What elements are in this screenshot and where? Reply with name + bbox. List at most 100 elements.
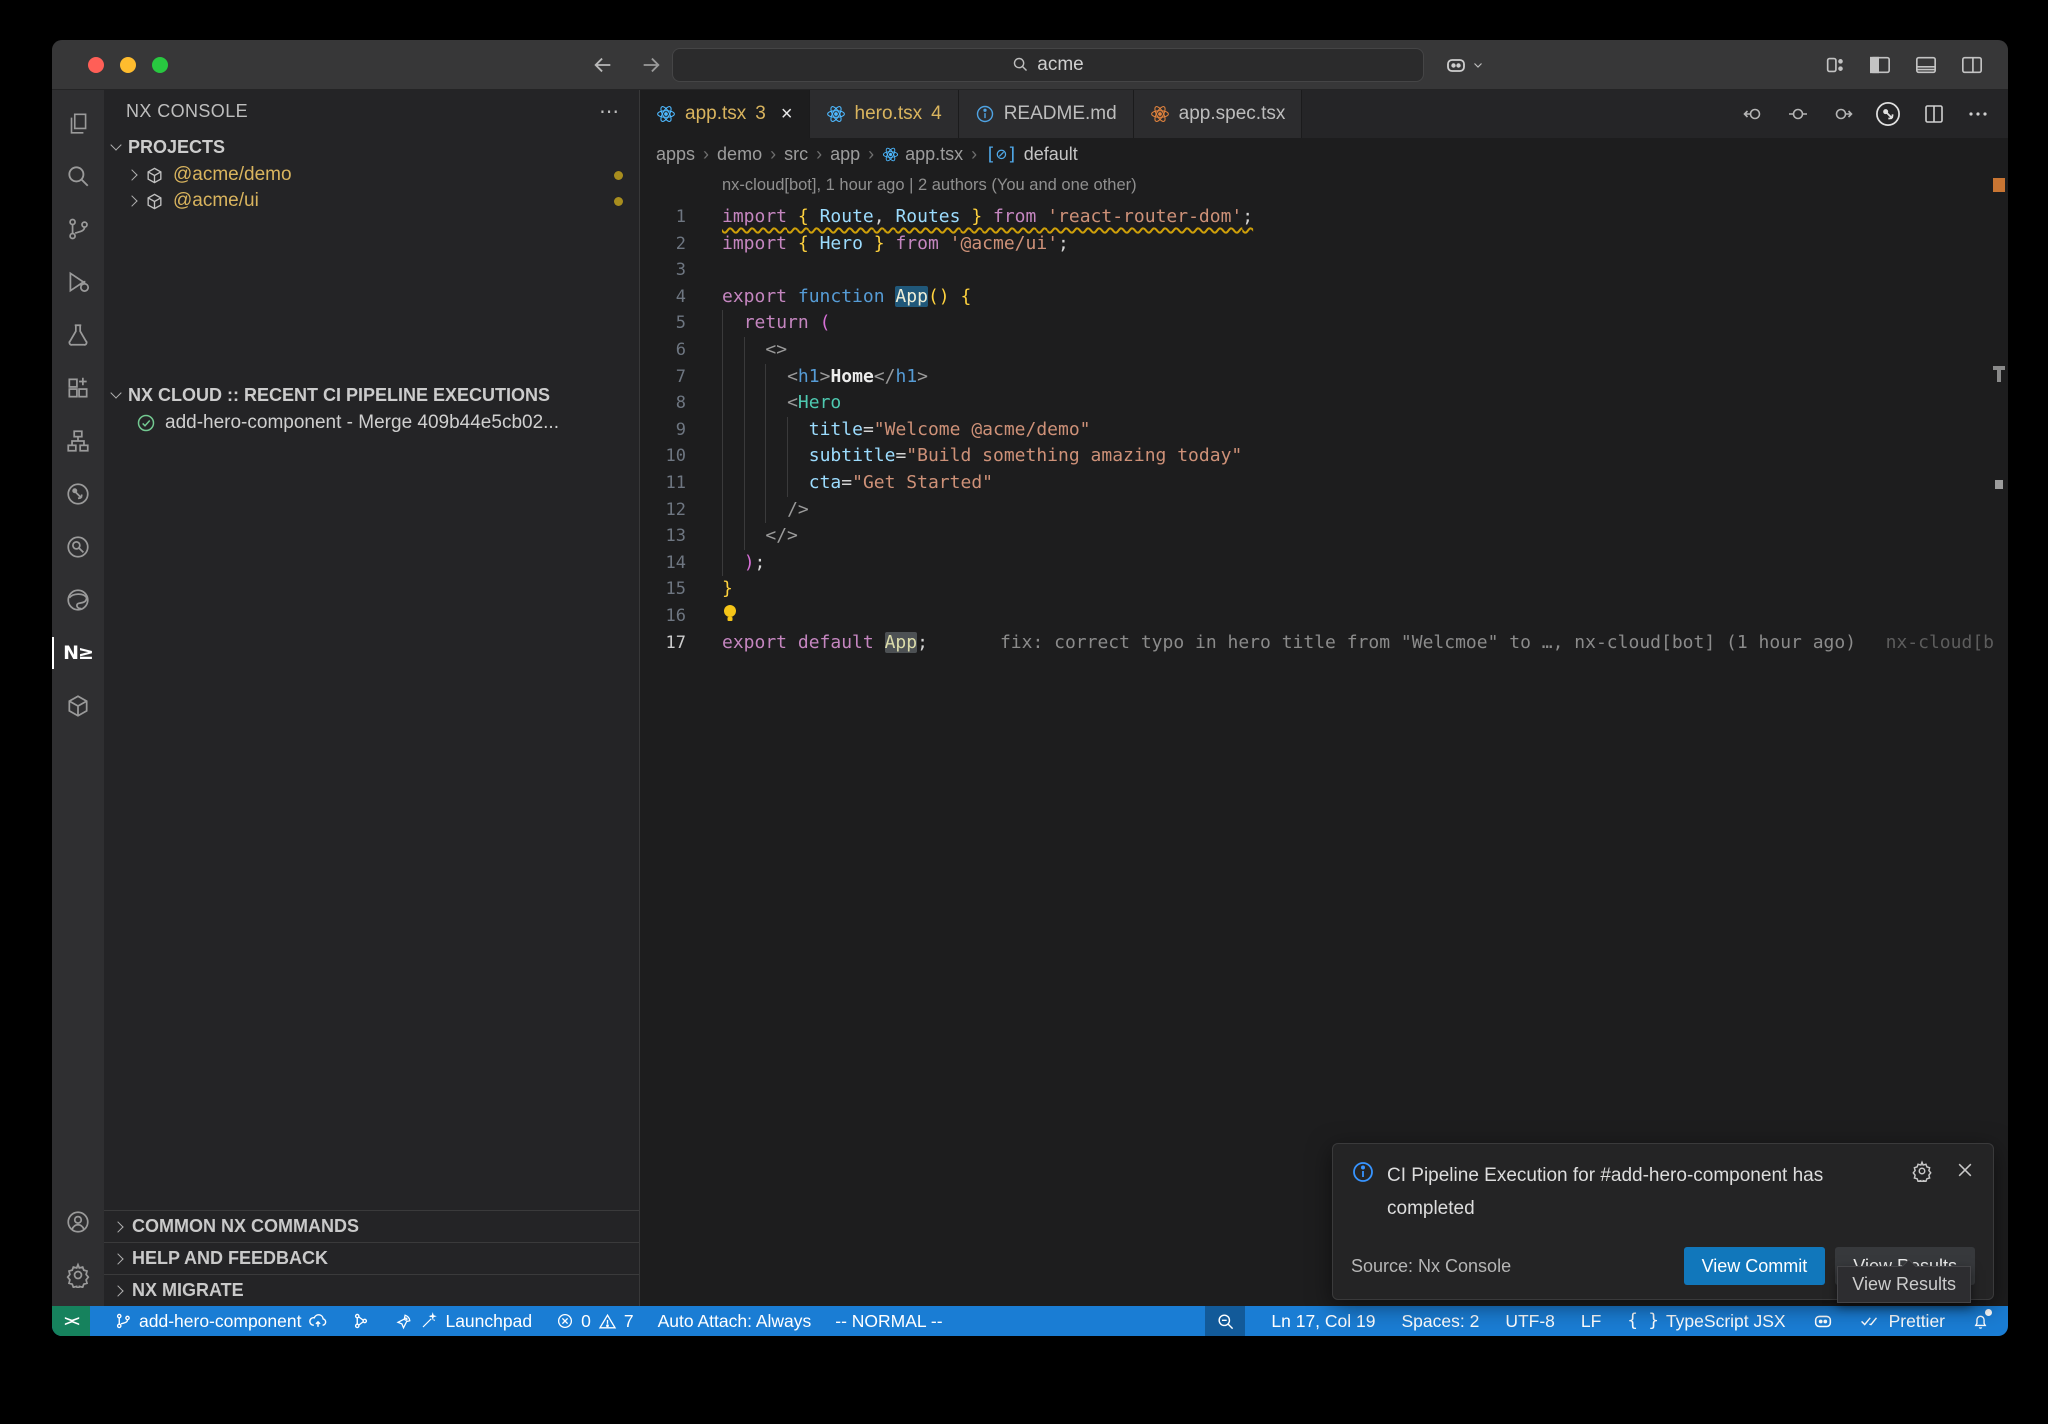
project-item-acme-demo[interactable]: @acme/demo	[104, 162, 639, 188]
edge-tools-icon[interactable]	[56, 581, 100, 619]
info-icon	[975, 104, 995, 124]
code-line[interactable]: 11 cta="Get Started"	[640, 470, 2008, 497]
code-line[interactable]: 6 <>	[640, 337, 2008, 364]
split-editor-icon[interactable]	[1922, 102, 1946, 126]
code-line[interactable]: 1import { Route, Routes } from 'react-ro…	[640, 204, 2008, 231]
toggle-sidebar-icon[interactable]	[1868, 54, 1892, 76]
code-line[interactable]: 8 <Hero	[640, 390, 2008, 417]
chevron-right-icon	[126, 195, 137, 206]
more-actions-icon[interactable]	[1966, 102, 1990, 126]
gear-icon[interactable]	[1911, 1160, 1933, 1225]
code-line[interactable]: 10 subtitle="Build something amazing tod…	[640, 443, 2008, 470]
code-line[interactable]: 15}	[640, 576, 2008, 603]
notification-toast: CI Pipeline Execution for #add-hero-comp…	[1332, 1143, 1994, 1300]
testing-icon[interactable]	[56, 316, 100, 354]
tab-app-spec-tsx[interactable]: app.spec.tsx	[1134, 90, 1303, 138]
change-icon[interactable]	[1786, 102, 1810, 126]
hierarchy-icon[interactable]	[56, 422, 100, 460]
toggle-secondary-sidebar-icon[interactable]	[1960, 54, 1984, 76]
notification-dot	[1985, 1309, 1992, 1316]
code-line[interactable]: 13 </>	[640, 523, 2008, 550]
section-nx-migrate[interactable]: NX MIGRATE	[104, 1274, 639, 1306]
code-line[interactable]: 7 <h1>Home</h1>	[640, 364, 2008, 391]
chevron-right-icon	[112, 1253, 123, 1264]
nx-cloud-section-header[interactable]: NX CLOUD :: RECENT CI PIPELINE EXECUTION…	[104, 380, 639, 410]
rocket-icon	[394, 1312, 413, 1331]
code-line[interactable]: 5 return (	[640, 310, 2008, 337]
copilot-status-icon[interactable]	[1812, 1310, 1834, 1332]
sidebar-title: NX CONSOLE	[126, 101, 248, 122]
back-icon[interactable]	[592, 54, 614, 76]
tab-readme-md[interactable]: README.md	[959, 90, 1134, 138]
pipeline-status-icon[interactable]	[352, 1312, 370, 1330]
nx-inspect-icon[interactable]	[56, 528, 100, 566]
sidebar: NX CONSOLE ⋯ PROJECTS @acme/demo @acme/u…	[104, 90, 640, 1306]
zoom-indicator[interactable]	[1205, 1306, 1245, 1336]
search-value: acme	[1037, 54, 1083, 76]
source-control-icon[interactable]	[56, 210, 100, 248]
code-line[interactable]: 12 />	[640, 497, 2008, 524]
project-name: @acme/ui	[173, 190, 259, 212]
project-item-acme-ui[interactable]: @acme/ui	[104, 188, 639, 214]
view-commit-button[interactable]: View Commit	[1684, 1247, 1826, 1285]
double-check-icon	[1860, 1313, 1882, 1329]
extensions-icon[interactable]	[56, 369, 100, 407]
code-area[interactable]: nx-cloud[bot], 1 hour ago | 2 authors (Y…	[640, 170, 2008, 1306]
view-results-tooltip: View Results	[1837, 1266, 1971, 1303]
section-help-and-feedback[interactable]: HELP AND FEEDBACK	[104, 1242, 639, 1274]
branch-status-item[interactable]: add-hero-component	[114, 1311, 328, 1332]
code-line[interactable]: 17export default App;fix: correct typo i…	[640, 630, 2008, 657]
notifications-bell-icon[interactable]	[1971, 1312, 1990, 1331]
nx-graph-icon[interactable]	[56, 475, 100, 513]
chevron-right-icon	[112, 1221, 123, 1232]
section-common-nx-commands[interactable]: COMMON NX COMMANDS	[104, 1210, 639, 1242]
problems-status-item[interactable]: 0 7	[556, 1311, 633, 1332]
close-window-button[interactable]	[88, 57, 104, 73]
pipeline-execution-label: add-hero-component - Merge 409b44e5cb02.…	[165, 412, 559, 434]
code-line[interactable]: 3	[640, 257, 2008, 284]
projects-section-header[interactable]: PROJECTS	[104, 132, 639, 162]
formatter-status-item[interactable]: Prettier	[1860, 1311, 1945, 1332]
search-sidebar-icon[interactable]	[56, 157, 100, 195]
next-change-icon[interactable]	[1830, 102, 1854, 126]
accounts-icon[interactable]	[56, 1203, 100, 1241]
nx-console-icon[interactable]: N≥	[56, 634, 100, 672]
vim-mode-status-item[interactable]: -- NORMAL --	[835, 1311, 942, 1332]
close-tab-icon[interactable]: ×	[781, 103, 793, 126]
maximize-window-button[interactable]	[152, 57, 168, 73]
pipeline-execution-item[interactable]: add-hero-component - Merge 409b44e5cb02.…	[104, 410, 639, 436]
code-line[interactable]: 9 title="Welcome @acme/demo"	[640, 417, 2008, 444]
notification-message: CI Pipeline Execution for #add-hero-comp…	[1387, 1160, 1867, 1225]
toggle-panel-icon[interactable]	[1914, 54, 1938, 76]
sidebar-more-actions-icon[interactable]: ⋯	[599, 99, 621, 124]
command-center-search[interactable]: acme	[672, 48, 1424, 82]
auto-attach-status-item[interactable]: Auto Attach: Always	[658, 1311, 812, 1332]
code-line[interactable]: 16	[640, 603, 2008, 630]
minimize-window-button[interactable]	[120, 57, 136, 73]
settings-gear-icon[interactable]	[56, 1256, 100, 1294]
launchpad-status-item[interactable]: Launchpad	[394, 1311, 532, 1332]
chevron-right-icon	[112, 1285, 123, 1296]
forward-icon[interactable]	[640, 54, 662, 76]
tab-hero-tsx[interactable]: hero.tsx 4	[810, 90, 959, 138]
chevron-down-icon	[110, 387, 121, 398]
chevron-down-icon[interactable]	[1472, 59, 1484, 71]
indentation-status-item[interactable]: Spaces: 2	[1402, 1311, 1480, 1332]
remote-indicator[interactable]: ><	[52, 1306, 90, 1336]
language-status-item[interactable]: { } TypeScript JSX	[1627, 1311, 1785, 1332]
run-icon[interactable]	[1874, 100, 1902, 128]
cursor-position-status-item[interactable]: Ln 17, Col 19	[1271, 1311, 1375, 1332]
copilot-icon[interactable]	[1444, 53, 1468, 77]
tab-app-tsx[interactable]: app.tsx 3 ×	[640, 90, 810, 138]
code-line[interactable]: 14 );	[640, 550, 2008, 577]
encoding-status-item[interactable]: UTF-8	[1505, 1311, 1555, 1332]
code-line[interactable]: 2import { Hero } from '@acme/ui';	[640, 231, 2008, 258]
code-line[interactable]: 4export function App() {	[640, 284, 2008, 311]
explorer-icon[interactable]	[56, 104, 100, 142]
close-icon[interactable]	[1955, 1160, 1975, 1225]
eol-status-item[interactable]: LF	[1581, 1311, 1601, 1332]
customize-layout-icon[interactable]	[1824, 54, 1846, 76]
prev-change-icon[interactable]	[1742, 102, 1766, 126]
run-debug-icon[interactable]	[56, 263, 100, 301]
package-icon[interactable]	[56, 687, 100, 725]
